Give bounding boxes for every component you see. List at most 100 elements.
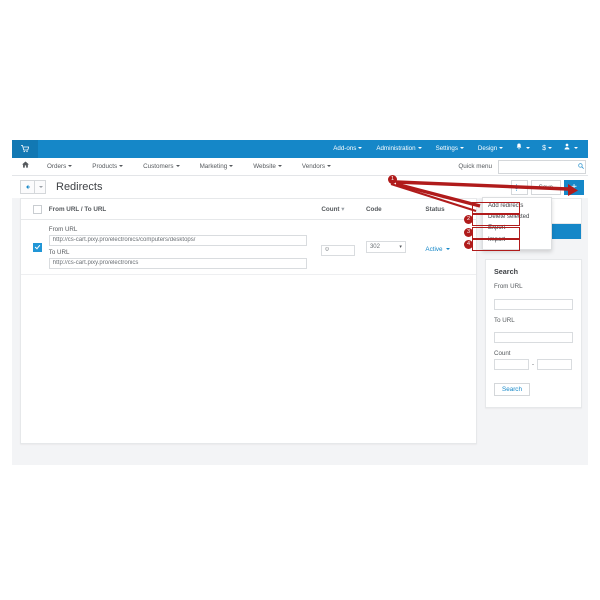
row-url-cell: From URL To URL (48, 225, 322, 269)
chevron-down-icon (277, 165, 282, 168)
menu-item-export[interactable]: Export (483, 223, 551, 234)
top-menu-design[interactable]: Design (471, 140, 510, 158)
search-panel-title: Search (494, 267, 518, 276)
back-dropdown-toggle[interactable] (35, 180, 46, 194)
nav-item-website[interactable]: Website (243, 158, 292, 175)
arrow-left-icon[interactable] (20, 180, 35, 194)
nav-item-website-label: Website (253, 163, 276, 170)
code-select[interactable]: 302 ▾ (365, 241, 406, 253)
select-all-checkbox[interactable] (33, 204, 43, 214)
top-menu-administration[interactable]: Administration (369, 140, 428, 158)
status-badge-label: Active (425, 246, 443, 253)
save-button[interactable]: Save (530, 179, 561, 195)
chevron-down-icon (175, 165, 180, 168)
row-count-cell (321, 238, 366, 256)
column-header-code: Code (365, 205, 382, 213)
nav-item-marketing-label: Marketing (199, 163, 228, 170)
nav-item-orders-label: Orders (47, 163, 67, 170)
redirects-table-panel: From URL / To URL Count ▾ Code Status Fr… (20, 198, 477, 444)
nav-item-marketing[interactable]: Marketing (190, 158, 244, 175)
page-title-bar: Redirects Save + (12, 176, 588, 198)
table-header-row: From URL / To URL Count ▾ Code Status (21, 199, 476, 220)
quick-menu-label[interactable]: Quick menu (458, 163, 492, 170)
row-select-cell[interactable] (27, 242, 49, 252)
range-separator: - (532, 361, 534, 368)
gear-icon[interactable] (510, 179, 528, 195)
from-url-label: From URL (48, 225, 78, 233)
page-title: Redirects (56, 181, 103, 193)
annotation-badge-2: 2 (464, 215, 473, 224)
search-panel: Search From URL To URL Count - Search (485, 259, 582, 408)
main-navigation: Orders Products Customers Marketing Webs… (12, 158, 588, 176)
search-icon[interactable] (577, 162, 585, 171)
bell-icon[interactable] (510, 140, 536, 158)
user-icon[interactable] (558, 140, 584, 158)
quick-search-input[interactable] (499, 161, 577, 172)
search-count-range: - (494, 359, 573, 370)
chevron-down-icon (548, 147, 553, 150)
column-header-count-label: Count (321, 205, 340, 213)
menu-item-add-redirects[interactable]: Add redirects (483, 201, 551, 212)
menu-item-import[interactable]: Import (483, 235, 551, 246)
top-bar: Add-ons Administration Settings Design $ (12, 140, 588, 158)
search-to-url-label: To URL (494, 316, 515, 324)
currency-icon[interactable]: $ (536, 140, 558, 158)
search-count-to-input[interactable] (537, 359, 572, 370)
count-input[interactable] (321, 244, 356, 256)
nav-item-vendors[interactable]: Vendors (292, 158, 341, 175)
chevron-down-icon (574, 147, 578, 150)
search-from-url-input[interactable] (494, 298, 573, 310)
nav-item-customers-label: Customers (143, 163, 174, 170)
code-select-value: 302 (369, 244, 380, 250)
nav-item-vendors-label: Vendors (301, 163, 325, 170)
currency-glyph: $ (542, 145, 547, 152)
actions-dropdown-menu: Add redirects Delete selected Export Imp… (482, 197, 552, 250)
chevron-down-icon (499, 147, 504, 150)
select-all-cell[interactable] (27, 204, 49, 214)
search-to-url-input[interactable] (494, 332, 573, 343)
nav-item-customers[interactable]: Customers (133, 158, 189, 175)
status-badge[interactable]: Active (425, 246, 451, 253)
chevron-down-icon (417, 147, 422, 150)
quick-search-box[interactable] (498, 159, 586, 174)
menu-item-delete-selected[interactable]: Delete selected (483, 212, 551, 223)
chevron-down-icon (446, 248, 451, 251)
search-submit-button[interactable]: Search (494, 383, 530, 396)
page-actions: Save + (510, 179, 588, 195)
chevron-down-icon (119, 165, 124, 168)
shopping-cart-icon[interactable] (12, 140, 38, 158)
quick-menu-area: Quick menu (458, 159, 588, 174)
to-url-label: To URL (48, 248, 70, 256)
chevron-down-icon (68, 165, 73, 168)
row-checkbox[interactable] (33, 242, 43, 252)
chevron-down-icon (358, 147, 363, 150)
top-menu-administration-label: Administration (376, 145, 416, 152)
back-button-group (20, 180, 46, 194)
search-count-from-input[interactable] (494, 359, 529, 370)
sort-caret-icon: ▾ (341, 205, 345, 213)
top-menu-design-label: Design (477, 145, 498, 152)
annotation-badge-4: 4 (464, 240, 473, 249)
chevron-down-icon (39, 186, 43, 188)
row-status-cell: Active (425, 238, 470, 256)
nav-item-orders[interactable]: Orders (37, 158, 82, 175)
chevron-down-icon (521, 186, 526, 188)
annotation-badge-1: 1 (388, 175, 397, 184)
column-header-status: Status (425, 205, 445, 213)
chevron-down-icon (459, 147, 464, 150)
top-menu-settings[interactable]: Settings (429, 140, 471, 158)
row-code-cell: 302 ▾ (365, 241, 425, 253)
top-menu-addons[interactable]: Add-ons (326, 140, 369, 158)
nav-item-products[interactable]: Products (82, 158, 133, 175)
top-bar-menus: Add-ons Administration Settings Design $ (326, 140, 588, 158)
annotation-badge-3: 3 (464, 228, 473, 237)
to-url-input[interactable] (48, 257, 307, 269)
nav-item-products-label: Products (92, 163, 118, 170)
from-url-input[interactable] (48, 234, 307, 246)
column-header-count[interactable]: Count ▾ (321, 206, 366, 213)
top-menu-settings-label: Settings (435, 145, 458, 152)
add-button[interactable]: + (564, 179, 584, 195)
home-icon[interactable] (12, 158, 37, 175)
chevron-down-icon (326, 165, 331, 168)
column-header-url: From URL / To URL (48, 205, 107, 213)
